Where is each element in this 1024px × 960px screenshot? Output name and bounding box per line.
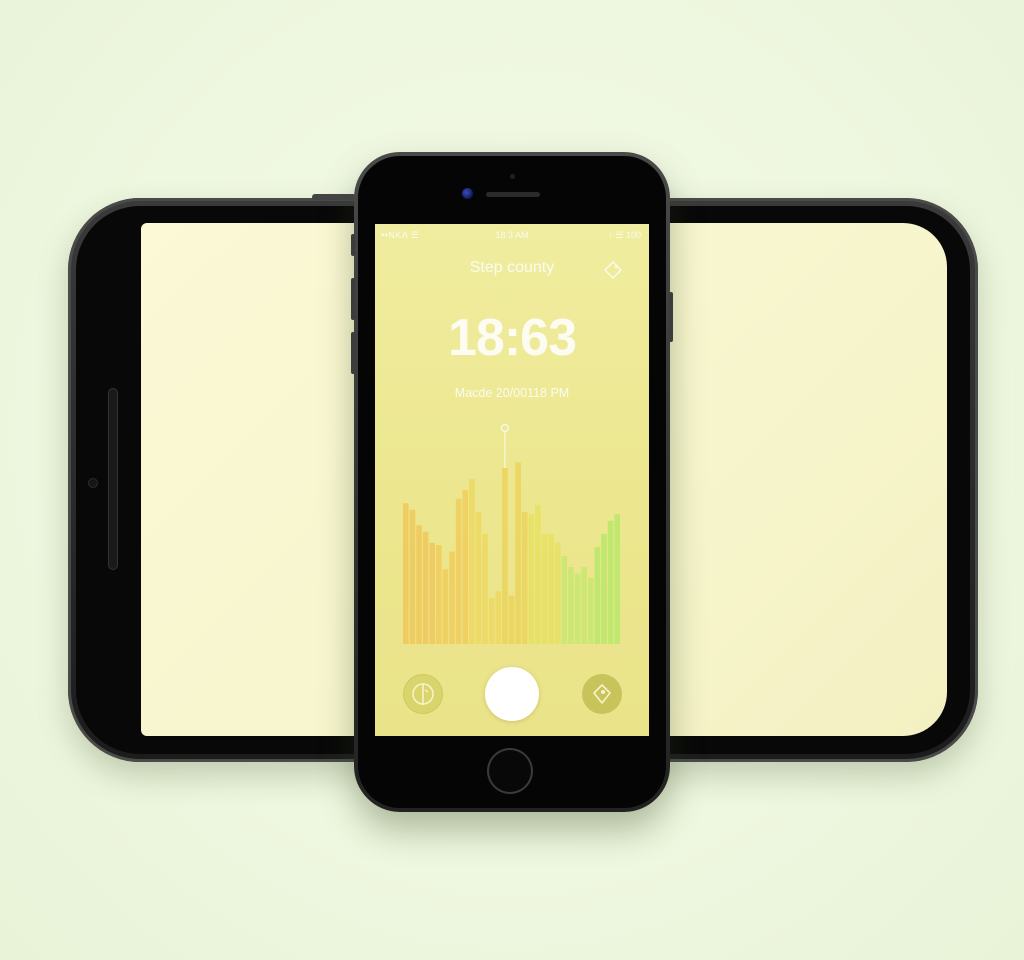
phone-volume-up — [351, 278, 355, 320]
chart-bar[interactable] — [587, 578, 594, 644]
chart-bar[interactable] — [515, 462, 521, 645]
chart-bar[interactable] — [581, 567, 587, 644]
chart-bar[interactable] — [442, 569, 449, 644]
chart-bar[interactable] — [488, 597, 495, 644]
chart-bar[interactable] — [469, 479, 475, 644]
phone-volume-down — [351, 332, 355, 374]
chart-bar[interactable] — [502, 468, 508, 644]
start-button[interactable] — [485, 667, 539, 721]
chart-bar[interactable] — [462, 490, 469, 644]
tablet-camera — [88, 478, 98, 488]
chart-bar[interactable] — [409, 509, 416, 644]
earpiece-speaker — [486, 192, 540, 197]
chart-bar[interactable] — [561, 556, 568, 644]
tag-icon[interactable] — [582, 674, 622, 714]
chart-bar[interactable] — [422, 531, 429, 644]
tablet-power-button — [312, 194, 356, 200]
tablet-home-slot — [108, 388, 118, 570]
phone-power-button — [669, 292, 673, 342]
chart-bar[interactable] — [548, 534, 554, 644]
split-circle-icon[interactable] — [403, 674, 443, 714]
chart-bar[interactable] — [449, 551, 455, 644]
diamond-icon[interactable] — [603, 260, 623, 280]
highlight-marker[interactable] — [500, 423, 509, 433]
chart-bar[interactable] — [508, 595, 515, 644]
chart-bar[interactable] — [429, 542, 436, 644]
chart-bar[interactable] — [495, 591, 502, 644]
step-clock-value: 18:63 — [448, 309, 577, 367]
chart-bar[interactable] — [554, 542, 561, 644]
chart-bar[interactable] — [601, 534, 607, 644]
chart-bar[interactable] — [436, 545, 442, 644]
chart-bar[interactable] — [455, 498, 462, 644]
chart-bar[interactable] — [403, 503, 409, 644]
phone-mute-switch — [351, 234, 355, 256]
chart-bar[interactable] — [475, 512, 482, 644]
chart-bar[interactable] — [541, 534, 548, 644]
chart-bar[interactable] — [574, 573, 581, 644]
chart-bar[interactable] — [482, 534, 488, 644]
chart-bar[interactable] — [594, 547, 601, 644]
battery-indicator: ↑ ☰ 100 — [608, 230, 641, 240]
home-button[interactable] — [487, 748, 533, 794]
step-bar-chart — [403, 423, 620, 645]
proximity-sensor — [510, 174, 515, 179]
front-camera — [462, 188, 473, 199]
chart-bar[interactable] — [416, 525, 422, 644]
chart-bar[interactable] — [535, 505, 541, 644]
chart-bar[interactable] — [521, 512, 528, 644]
status-bar: ••NKA ☰ 18:3 AM ↑ ☰ 100 — [375, 224, 649, 246]
chart-bar[interactable] — [614, 514, 620, 644]
mockup-stage: ••NKA ☰ 18:3 AM ↑ ☰ 100 Step county 18:6… — [0, 0, 1024, 960]
phone-screen: ••NKA ☰ 18:3 AM ↑ ☰ 100 Step county 18:6… — [375, 224, 649, 736]
chart-bar[interactable] — [568, 567, 574, 644]
date-subtitle: Macde 20/00118 PM — [454, 386, 570, 400]
chart-bar[interactable] — [607, 520, 614, 644]
chart-bar[interactable] — [528, 514, 535, 644]
